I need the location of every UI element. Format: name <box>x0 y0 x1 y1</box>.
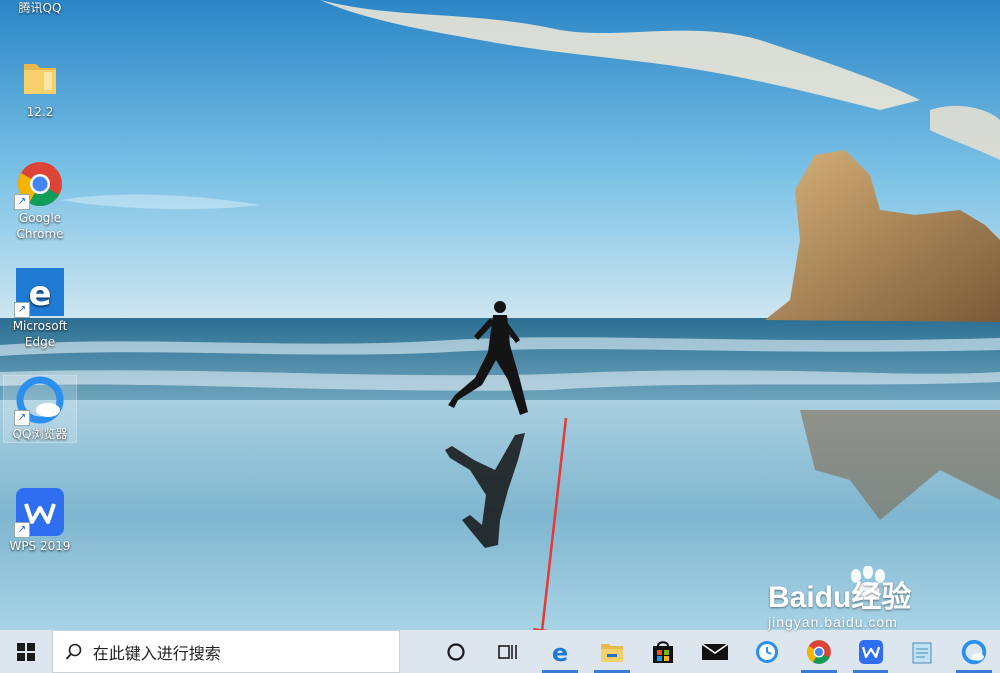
qq-browser-icon: ↗ <box>14 376 64 426</box>
desktop-icon-label: Google Chrome <box>16 211 64 241</box>
baidu-watermark-text: Baidu经验 jingyan.baidu.com <box>768 581 912 631</box>
store-icon <box>653 640 674 663</box>
edge-icon: e ↗ <box>14 268 64 318</box>
taskbar-notepad[interactable] <box>896 630 948 673</box>
windows-logo-icon <box>16 642 35 661</box>
desktop-icon-edge[interactable]: e ↗ Microsoft Edge <box>4 268 76 350</box>
taskbar-qq-browser[interactable] <box>948 630 1000 673</box>
edge-icon: e <box>552 639 568 665</box>
taskbar-mail[interactable] <box>689 630 741 673</box>
taskbar-clock-app[interactable] <box>741 630 793 673</box>
taskbar-search-box[interactable]: 在此键入进行搜索 <box>51 630 401 673</box>
file-explorer-icon <box>600 643 623 662</box>
desktop-icon-label: QQ浏览器 <box>12 427 68 441</box>
folder-icon <box>16 54 64 102</box>
desktop-icon-label: WPS 2019 <box>9 539 71 553</box>
search-icon <box>65 643 82 660</box>
mail-icon <box>701 642 729 660</box>
taskbar-edge[interactable]: e <box>534 630 586 673</box>
desktop-wallpaper <box>0 0 1000 630</box>
notepad-icon <box>912 642 932 663</box>
taskbar-chrome[interactable] <box>793 630 845 673</box>
taskbar: 在此键入进行搜索 e <box>0 630 1000 673</box>
taskbar-wps[interactable] <box>845 630 897 673</box>
svg-text:e: e <box>28 274 51 314</box>
desktop-icon-wps[interactable]: ↗ WPS 2019 <box>4 488 76 554</box>
wps-icon <box>858 639 883 664</box>
shortcut-arrow-icon: ↗ <box>14 410 30 426</box>
cortana-button[interactable] <box>430 630 482 673</box>
task-view-icon <box>498 644 517 659</box>
shortcut-arrow-icon: ↗ <box>14 302 30 318</box>
task-view-button[interactable] <box>482 630 534 673</box>
desktop-icon-folder[interactable]: 12.2 <box>4 54 76 120</box>
desktop-icon-label: Microsoft Edge <box>12 319 68 349</box>
baidu-url: jingyan.baidu.com <box>768 614 898 630</box>
desktop-icon-chrome[interactable]: ↗ Google Chrome <box>4 160 76 242</box>
taskbar-store[interactable] <box>638 630 690 673</box>
svg-text:e: e <box>552 639 568 665</box>
start-button[interactable] <box>0 630 52 673</box>
taskbar-file-explorer[interactable] <box>586 630 638 673</box>
shortcut-arrow-icon: ↗ <box>14 194 30 210</box>
desktop-icon-label: 腾讯QQ <box>18 1 62 15</box>
cortana-circle-icon <box>447 642 465 661</box>
desktop-icon-qq[interactable]: 腾讯QQ <box>4 0 76 16</box>
shortcut-arrow-icon: ↗ <box>14 522 30 538</box>
baidu-brand: Baidu经验 <box>768 581 912 614</box>
desktop-icon-qq-browser[interactable]: ↗ QQ浏览器 <box>3 375 77 443</box>
search-placeholder: 在此键入进行搜索 <box>92 643 221 663</box>
clock-icon <box>755 640 778 663</box>
wps-icon: ↗ <box>14 488 64 538</box>
desktop-icon-label: 12.2 <box>26 105 54 119</box>
qq-browser-icon <box>961 639 987 664</box>
chrome-icon <box>806 639 831 664</box>
chrome-icon: ↗ <box>14 160 64 210</box>
